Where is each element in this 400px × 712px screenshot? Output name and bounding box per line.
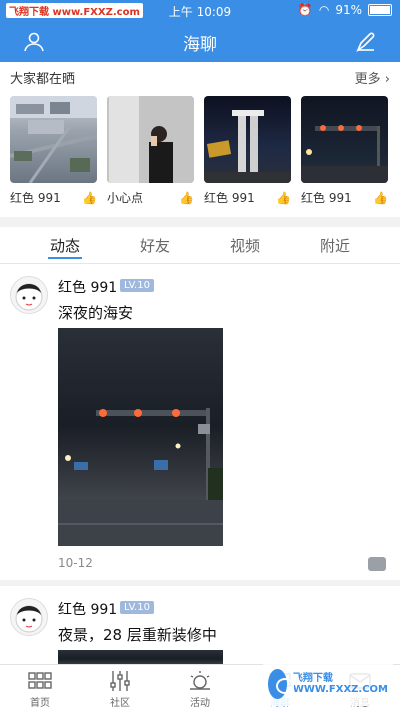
thumbs-up-icon[interactable]: 👍 [373,191,388,205]
post-item[interactable]: 红色 991 LV.10 夜景，28 层重新装修中 [0,586,400,664]
thumbs-up-icon[interactable]: 👍 [179,191,194,205]
battery-icon [368,4,392,16]
grid-icon [27,670,53,692]
top-nav-bar: 海聊 [0,22,400,62]
watermark-text: 飞翔下载 WWW.FXXZ.COM [292,673,388,695]
logo-icon [268,669,294,699]
feed-tabs: 动态 好友 视频 附近 [0,227,400,264]
showcase-card[interactable]: 红色 991 👍 [301,96,388,206]
post-username[interactable]: 红色 991 [58,599,117,619]
avatar[interactable] [10,598,48,636]
tab-friends[interactable]: 好友 [105,235,205,256]
status-bar: 飞翔下载 www.FXXZ.com 上午 10:09 ⏰ ◠ 91% [0,0,400,22]
post-text: 深夜的海安 [58,304,134,322]
post-item[interactable]: 红色 991 LV.10 深夜的海安 10-12 [0,264,400,580]
showcase-photo-tower[interactable] [204,96,291,183]
battery-percent: 91% [335,3,362,17]
post-photo[interactable] [58,650,223,664]
comment-icon[interactable] [368,557,386,571]
showcase-photo-aerial[interactable] [10,96,97,183]
showcase-photo-person[interactable] [107,96,194,183]
nav-label: 首页 [30,698,50,709]
post-username[interactable]: 红色 991 [58,277,117,297]
post-date: 10-12 [58,556,93,570]
tab-indicator [48,257,82,259]
page-title: 海聊 [183,35,217,55]
showcase-username: 红色 991 [10,191,61,205]
level-badge: LV.10 [120,601,154,614]
showcase-section: 大家都在晒 更多 › 红色 991 👍 小心点 👍 红色 991 👍 红色 99… [0,62,400,217]
compose-icon[interactable] [352,28,380,56]
more-link[interactable]: 更多 › [355,68,390,87]
showcase-card[interactable]: 小心点 👍 [107,96,194,206]
showcase-username: 红色 991 [301,191,352,205]
feed-list: 红色 991 LV.10 深夜的海安 10-12 红色 991 LV.10 夜景… [0,264,400,664]
thumbs-up-icon[interactable]: 👍 [276,191,291,205]
thumbs-up-icon[interactable]: 👍 [82,191,97,205]
tab-videos[interactable]: 视频 [195,235,295,256]
showcase-username: 红色 991 [204,191,255,205]
showcase-photo-traffic-light[interactable] [301,96,388,183]
section-title: 大家都在晒 [10,72,76,87]
showcase-card[interactable]: 红色 991 👍 [204,96,291,206]
avatar[interactable] [10,276,48,314]
nav-label: 社区 [110,698,130,709]
level-badge: LV.10 [120,279,154,292]
tab-nearby[interactable]: 附近 [285,235,385,256]
nav-label: 活动 [190,698,210,709]
wifi-icon: ◠ [318,3,330,17]
tab-feed[interactable]: 动态 [15,235,115,256]
post-text: 夜景，28 层重新装修中 [58,626,217,644]
watermark-logo: 飞翔下载 WWW.FXXZ.COM [262,662,394,706]
alarm-icon: ⏰ [297,3,313,17]
post-photo[interactable] [58,328,223,546]
showcase-card[interactable]: 红色 991 👍 [10,96,97,206]
nav-home[interactable]: 首页 [0,665,80,712]
nav-community[interactable]: 社区 [80,665,160,712]
sliders-icon [107,670,133,692]
sun-icon [187,670,213,692]
nav-events[interactable]: 活动 [160,665,240,712]
showcase-username: 小心点 [107,191,144,205]
